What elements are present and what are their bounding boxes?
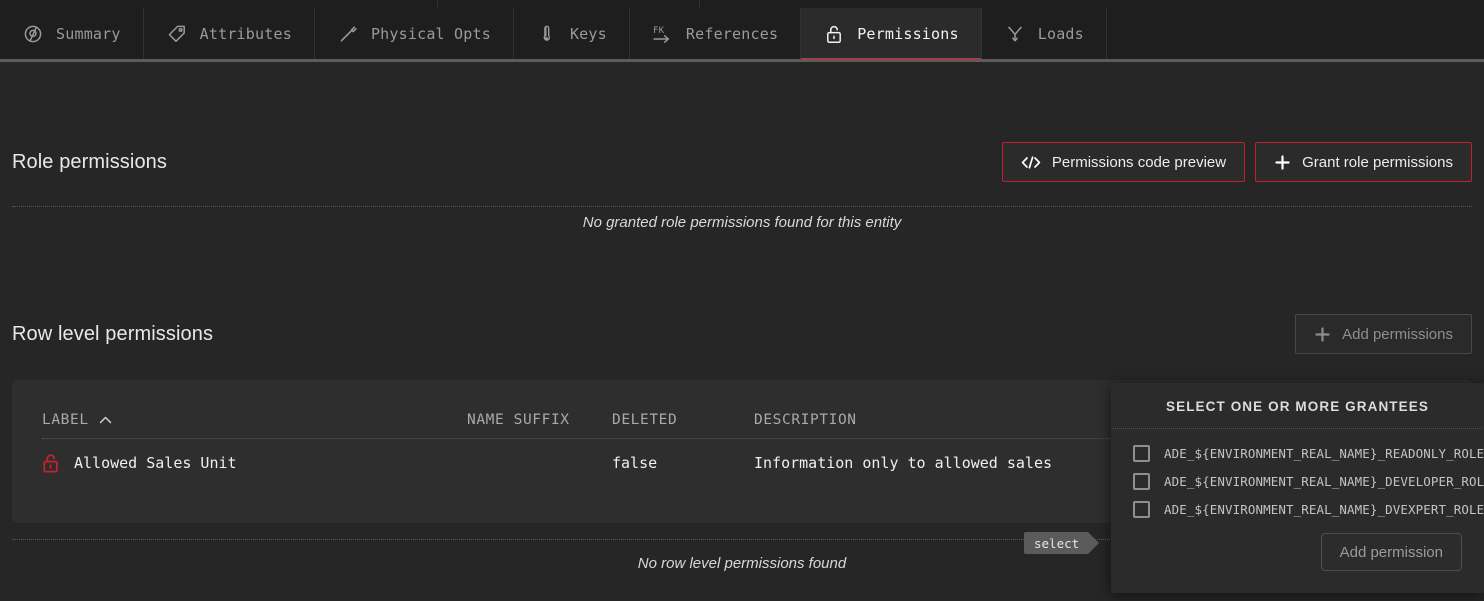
row-level-permissions-actions: Add permissions: [1295, 314, 1472, 354]
role-permissions-header: Role permissions Permissions code previe…: [0, 138, 1484, 186]
grantee-option[interactable]: ADE_${ENVIRONMENT_REAL_NAME}_DVEXPERT_RO…: [1111, 495, 1484, 523]
grant-role-permissions-label: Grant role permissions: [1302, 154, 1453, 171]
tab-label: Attributes: [200, 25, 292, 43]
role-permissions-title: Role permissions: [12, 151, 167, 174]
cell-label-text: Allowed Sales Unit: [74, 453, 237, 473]
add-permission-label: Add permission: [1340, 544, 1443, 561]
tab-physical-opts[interactable]: Physical Opts: [315, 8, 514, 59]
permissions-code-preview-label: Permissions code preview: [1052, 154, 1226, 171]
column-header-description[interactable]: DESCRIPTION: [754, 412, 1084, 428]
row-level-permissions-title: Row level permissions: [12, 323, 213, 346]
row-level-permissions-header: Row level permissions Add permissions: [0, 310, 1484, 358]
permissions-code-preview-button[interactable]: Permissions code preview: [1002, 142, 1245, 182]
code-brackets-icon: [1021, 155, 1041, 170]
add-permissions-button[interactable]: Add permissions: [1295, 314, 1472, 354]
tab-label: References: [686, 25, 778, 43]
tab-attributes[interactable]: Attributes: [144, 8, 315, 59]
sort-asc-caret-icon: [99, 415, 112, 426]
lock-icon: [823, 23, 845, 45]
column-header-name-suffix-text: NAME SUFFIX: [467, 412, 570, 428]
grantees-dropdown: SELECT ONE OR MORE GRANTEES ADE_${ENVIRO…: [1111, 383, 1484, 593]
tab-summary[interactable]: Summary: [0, 8, 144, 59]
top-strip-seam: [437, 0, 438, 8]
grantees-dropdown-footer: Add permission: [1111, 533, 1484, 593]
tab-label: Physical Opts: [371, 25, 491, 43]
app-root: Summary Attributes Physical Opts Keys FK Refe…: [0, 0, 1484, 601]
add-permission-button[interactable]: Add permission: [1321, 533, 1462, 571]
checkbox-icon[interactable]: [1133, 473, 1150, 490]
tab-permissions[interactable]: Permissions: [801, 8, 982, 59]
tag-icon: [166, 23, 188, 45]
summary-icon: [22, 23, 44, 45]
funnel-icon: [1004, 23, 1026, 45]
tab-keys[interactable]: Keys: [514, 8, 630, 59]
key-icon: [536, 23, 558, 45]
wrench-icon: [337, 23, 359, 45]
tab-references[interactable]: FK References: [630, 8, 801, 59]
window-top-strip: [0, 0, 1484, 8]
grantees-option-list: ADE_${ENVIRONMENT_REAL_NAME}_READONLY_RO…: [1111, 429, 1484, 523]
tab-loads[interactable]: Loads: [982, 8, 1107, 59]
fk-arrow-icon: FK: [652, 23, 674, 45]
tab-bar-filler: [1107, 8, 1484, 59]
grantee-option[interactable]: ADE_${ENVIRONMENT_REAL_NAME}_READONLY_RO…: [1111, 439, 1484, 467]
grantees-dropdown-title: SELECT ONE OR MORE GRANTEES: [1111, 383, 1484, 428]
grantee-option-label: ADE_${ENVIRONMENT_REAL_NAME}_DVEXPERT_RO…: [1164, 502, 1484, 517]
tab-label: Loads: [1038, 25, 1084, 43]
grantee-option-label: ADE_${ENVIRONMENT_REAL_NAME}_DEVELOPER_R…: [1164, 474, 1484, 489]
select-tooltip: select: [1024, 532, 1088, 554]
grantee-option-label: ADE_${ENVIRONMENT_REAL_NAME}_READONLY_RO…: [1164, 446, 1484, 461]
column-header-name-suffix[interactable]: NAME SUFFIX: [467, 412, 612, 428]
cell-description: Information only to allowed sales: [754, 453, 1084, 473]
grantee-option[interactable]: ADE_${ENVIRONMENT_REAL_NAME}_DEVELOPER_R…: [1111, 467, 1484, 495]
tab-label: Summary: [56, 25, 121, 43]
grant-role-permissions-button[interactable]: Grant role permissions: [1255, 142, 1472, 182]
column-header-description-text: DESCRIPTION: [754, 412, 857, 428]
role-permissions-empty-message: No granted role permissions found for th…: [0, 214, 1484, 231]
role-permissions-actions: Permissions code preview Grant role perm…: [1002, 142, 1472, 182]
tab-label: Keys: [570, 25, 607, 43]
column-header-deleted[interactable]: DELETED: [612, 412, 754, 428]
checkbox-icon[interactable]: [1133, 501, 1150, 518]
plus-icon: [1274, 154, 1291, 171]
cell-label: Allowed Sales Unit: [42, 453, 467, 473]
entity-tab-bar: Summary Attributes Physical Opts Keys FK Refe…: [0, 8, 1484, 59]
cell-deleted: false: [612, 453, 754, 473]
checkbox-icon[interactable]: [1133, 445, 1150, 462]
column-header-label-text: LABEL: [42, 412, 89, 428]
unlocked-lock-icon: [42, 453, 59, 473]
role-permissions-divider: [12, 206, 1472, 207]
top-strip-seam: [699, 0, 700, 8]
svg-text:FK: FK: [653, 26, 665, 36]
select-tooltip-text: select: [1034, 536, 1079, 551]
column-header-label[interactable]: LABEL: [42, 412, 467, 428]
plus-icon: [1314, 326, 1331, 343]
add-permissions-label: Add permissions: [1342, 326, 1453, 343]
tab-label: Permissions: [857, 25, 959, 43]
column-header-deleted-text: DELETED: [612, 412, 677, 428]
